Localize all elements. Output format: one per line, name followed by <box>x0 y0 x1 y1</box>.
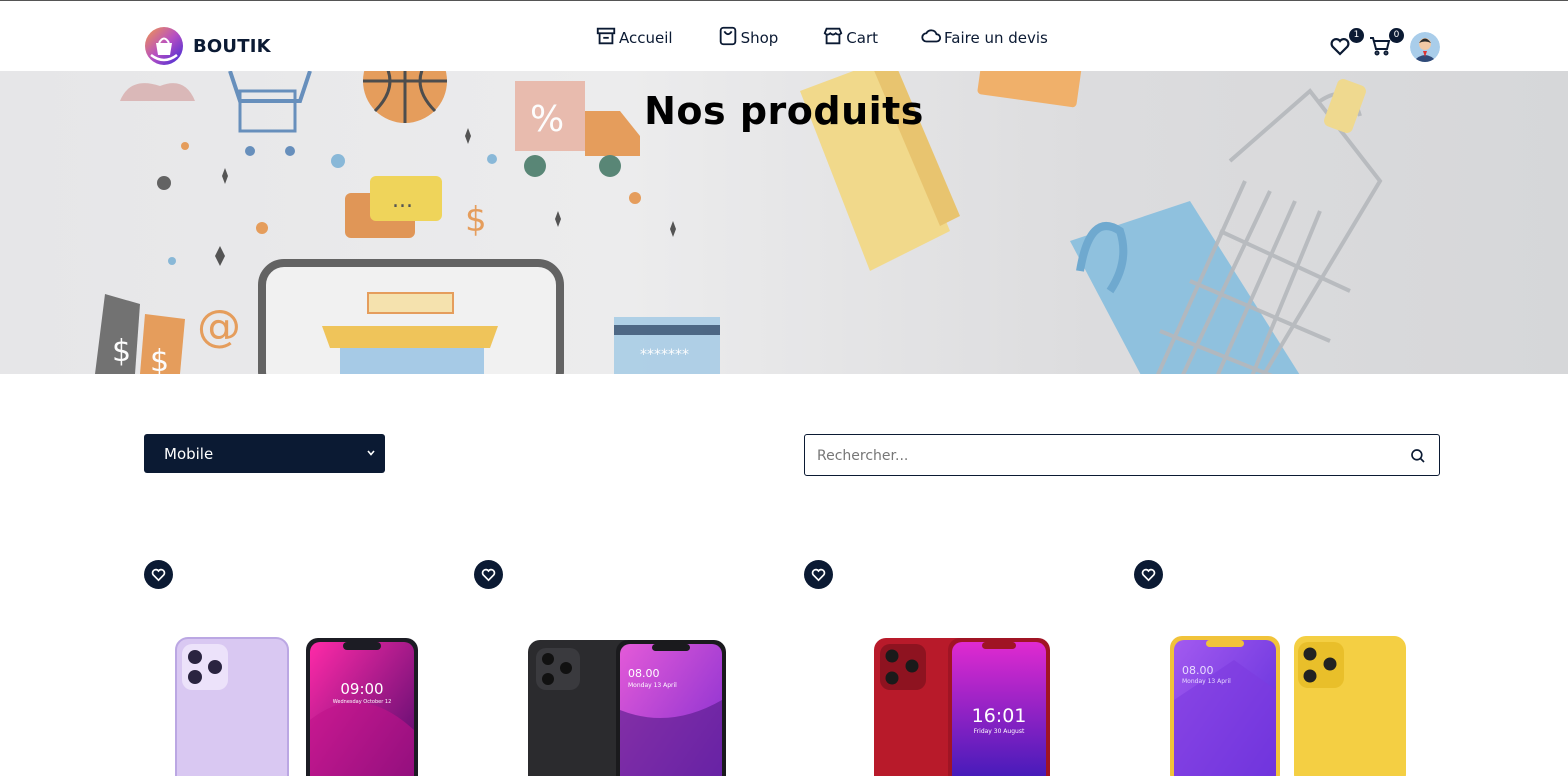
store-icon <box>596 27 616 45</box>
product-image-yellow-phone: 08.00 Monday 13 April <box>1170 636 1406 776</box>
avatar[interactable] <box>1410 32 1440 62</box>
product-card[interactable]: 16:01 Friday 30 August <box>804 560 1110 776</box>
page-title: Nos produits <box>644 89 924 133</box>
svg-text:$: $ <box>112 334 131 369</box>
screen-time: 08.00 <box>628 667 660 680</box>
screen-date: Wednesday October 12 <box>333 699 392 705</box>
add-to-wishlist-button[interactable] <box>1134 560 1163 589</box>
chevron-down-icon <box>367 450 375 456</box>
add-to-wishlist-button[interactable] <box>474 560 503 589</box>
header-actions: 1 0 <box>1328 28 1443 68</box>
screen-date: Friday 30 August <box>974 728 1025 735</box>
category-select[interactable]: Mobile <box>144 434 385 473</box>
shopping-bag-logo-icon <box>145 27 183 65</box>
screen-time: 16:01 <box>972 705 1027 727</box>
svg-text:$: $ <box>465 200 487 240</box>
shop-front-icon <box>823 27 843 45</box>
svg-text:$: $ <box>150 344 169 374</box>
svg-text:@: @ <box>197 301 241 352</box>
search-icon[interactable] <box>1409 447 1427 465</box>
nav-label: Shop <box>740 29 779 47</box>
bag-icon <box>719 26 736 46</box>
heart-icon <box>151 568 166 582</box>
screen-time: 08.00 <box>1182 664 1214 677</box>
nav-item-faire-un-devis[interactable]: Faire un devis <box>920 25 1048 47</box>
product-card[interactable]: 09:00 Wednesday October 12 <box>144 560 450 776</box>
add-to-wishlist-button[interactable] <box>804 560 833 589</box>
brand-name: BOUTIK <box>193 35 271 57</box>
cloud-icon <box>921 29 942 43</box>
add-to-wishlist-button[interactable] <box>144 560 173 589</box>
hero-banner: % ... $ $ $ @ ******* Nos produits <box>0 71 1568 374</box>
screen-time: 09:00 <box>340 680 383 698</box>
cart-count-badge: 0 <box>1389 28 1404 43</box>
product-card[interactable]: 08.00 Monday 13 April <box>474 560 780 776</box>
category-selected-value: Mobile <box>164 445 214 463</box>
logo[interactable]: BOUTIK <box>143 27 271 65</box>
nav-label: Accueil <box>619 29 673 47</box>
heart-icon <box>1141 568 1156 582</box>
search-box <box>804 434 1440 476</box>
product-image-black-magenta-phone: 08.00 Monday 13 April <box>528 640 726 776</box>
product-card[interactable]: 08.00 Monday 13 April <box>1134 560 1440 776</box>
heart-icon <box>811 568 826 582</box>
search-input[interactable] <box>817 444 1397 468</box>
svg-text:...: ... <box>392 188 413 213</box>
product-grid: 09:00 Wednesday October 12 08.00 Monday … <box>0 560 1568 776</box>
screen-date: Monday 13 April <box>1182 678 1231 685</box>
screen-date: Monday 13 April <box>628 682 677 689</box>
wishlist-count-badge: 1 <box>1349 28 1364 43</box>
nav-label: Faire un devis <box>944 29 1048 47</box>
nav-item-accueil[interactable]: Accueil <box>595 25 673 47</box>
nav-item-cart[interactable]: Cart <box>822 25 878 47</box>
site-header: BOUTIK Accueil Shop Cart Faire un devis … <box>0 1 1568 71</box>
main-nav: Accueil Shop Cart Faire un devis <box>595 25 1048 47</box>
nav-item-shop[interactable]: Shop <box>717 25 779 47</box>
svg-text:*******: ******* <box>640 347 689 363</box>
product-image-purple-pink-phone: 09:00 Wednesday October 12 <box>175 637 418 776</box>
nav-label: Cart <box>846 29 879 47</box>
heart-icon <box>481 568 496 582</box>
product-image-red-phone: 16:01 Friday 30 August <box>874 638 1050 776</box>
user-avatar-icon <box>1410 32 1440 62</box>
